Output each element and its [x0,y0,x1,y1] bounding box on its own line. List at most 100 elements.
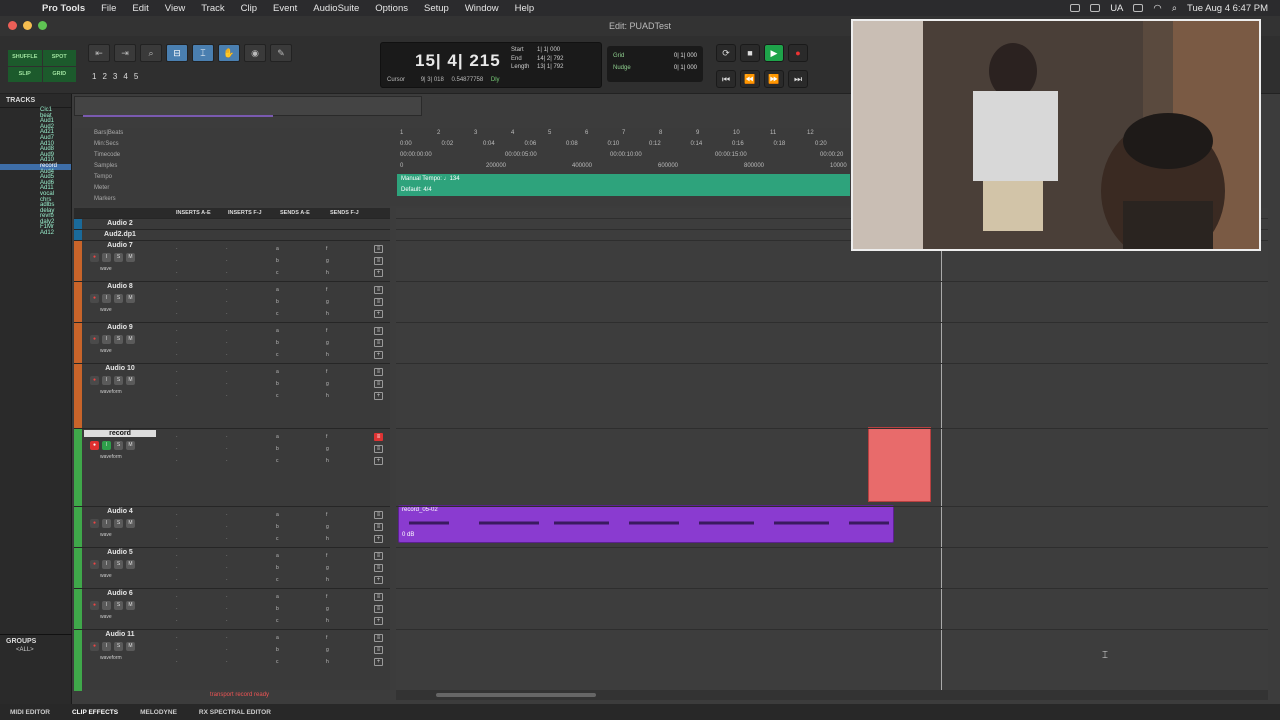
record-arm-button[interactable]: ● [90,642,99,651]
insert-slots-a-e[interactable]: · · · [176,632,178,668]
add-lane-icon[interactable]: + [374,535,383,543]
track-list-icon[interactable]: ≡ [374,646,383,654]
mute-button[interactable]: M [126,441,135,450]
grid-value[interactable]: 0| 1| 000 [674,50,697,62]
zoom-preset-3[interactable]: 3 [113,72,117,81]
tracklist-item[interactable]: Ad12 [0,230,71,237]
mute-button[interactable]: M [126,560,135,569]
track-header[interactable]: Audio 9 ● I S Mwave · · · · · · a b c f g h ≡ ≡ + [74,322,390,363]
start-value[interactable]: 1| 1| 000 [537,47,560,53]
track-menu-icon[interactable]: ≡ [374,634,383,642]
solo-button[interactable]: S [114,335,123,344]
track-view-selector[interactable]: wave [100,307,112,313]
ua-label[interactable]: UA [1110,3,1123,14]
solo-button[interactable]: S [114,642,123,651]
ruler-label[interactable]: Bars|Beats [74,128,396,139]
track-menu-icon[interactable]: ≡ [374,368,383,376]
col-inserts-a-e[interactable]: INSERTS A-E [176,210,211,216]
insert-slots-a-e[interactable]: · · · [176,243,178,279]
send-slots-f-j[interactable]: fgh [326,325,329,361]
add-lane-icon[interactable]: + [374,457,383,465]
record-arm-button[interactable]: ● [90,601,99,610]
track-header[interactable]: Audio 11 ● I S Mwaveform · · · · · · a b c f g h ≡ ≡ + [74,629,390,691]
zoom-in-icon[interactable]: ⇥ [114,44,136,62]
ruler-label[interactable]: Timecode [74,150,396,161]
send-slots-a-e[interactable]: abc [276,366,279,402]
go-to-end-icon[interactable]: ⏭ [788,70,808,88]
track-menu-icon[interactable]: ≡ [374,327,383,335]
mute-button[interactable]: M [126,519,135,528]
menu-file[interactable]: File [93,3,124,14]
solo-button[interactable]: S [114,519,123,528]
insert-slots-f-j[interactable]: · · · [226,632,228,668]
tracks-header[interactable]: TRACKS [0,94,71,108]
send-slots-a-e[interactable]: abc [276,632,279,668]
trim-tool-icon[interactable]: ⊟ [166,44,188,62]
track-list-icon[interactable]: ≡ [374,380,383,388]
mode-spot[interactable]: SPOT [42,50,76,66]
mute-button[interactable]: M [126,376,135,385]
track-header[interactable]: record ● I S Mwaveform · · · · · · a b c f g h ≡ ≡ + [74,428,390,506]
scrollbar-thumb[interactable] [436,693,596,697]
col-inserts-f-j[interactable]: INSERTS F-J [228,210,262,216]
track-lane[interactable] [396,322,1268,363]
menu-window[interactable]: Window [457,3,507,14]
main-counter-value[interactable]: 15| 4| 215 [415,51,501,71]
track-name[interactable]: Audio 8 [84,283,156,290]
groups-header[interactable]: GROUPS [6,638,66,645]
menu-help[interactable]: Help [507,3,543,14]
input-monitor-button[interactable]: I [102,376,111,385]
screen-record-icon[interactable] [1070,4,1081,12]
track-view-selector[interactable]: wave [100,614,112,620]
track-name[interactable]: Audio 4 [84,508,156,515]
grid-label[interactable]: Grid [613,53,624,59]
track-view-selector[interactable]: waveform [100,655,122,661]
record-arm-button[interactable]: ● [90,294,99,303]
menu-clip[interactable]: Clip [233,3,265,14]
tab-midi-editor[interactable]: MIDI EDITOR [10,709,50,716]
menu-app[interactable]: Pro Tools [34,3,93,14]
track-list-icon[interactable]: ≡ [374,445,383,453]
menu-audiosuite[interactable]: AudioSuite [305,3,367,14]
solo-button[interactable]: S [114,601,123,610]
send-slots-a-e[interactable]: abc [276,284,279,320]
track-list-icon[interactable]: ≡ [374,298,383,306]
insert-slots-a-e[interactable]: · · · [176,550,178,586]
record-arm-button[interactable]: ● [90,441,99,450]
send-slots-f-j[interactable]: fgh [326,591,329,627]
insert-slots-a-e[interactable]: · · · [176,591,178,627]
send-slots-a-e[interactable]: abc [276,431,279,467]
input-monitor-button[interactable]: I [102,601,111,610]
track-header[interactable]: Audio 6 ● I S Mwave · · · · · · a b c f g h ≡ ≡ + [74,588,390,629]
fast-forward-icon[interactable]: ⏩ [764,70,784,88]
add-lane-icon[interactable]: + [374,392,383,400]
universe-overview[interactable] [74,96,422,117]
menu-track[interactable]: Track [193,3,232,14]
zoom-preset-5[interactable]: 5 [134,72,138,81]
track-list-icon[interactable]: ≡ [374,564,383,572]
tab-melodyne[interactable]: MELODYNE [140,709,177,716]
track-list-icon[interactable]: ≡ [374,339,383,347]
send-slots-a-e[interactable]: abc [276,550,279,586]
input-monitor-button[interactable]: I [102,642,111,651]
insert-slots-f-j[interactable]: · · · [226,431,228,467]
tab-clip-effects[interactable]: CLIP EFFECTS [72,709,118,716]
mute-button[interactable]: M [126,294,135,303]
record-arm-button[interactable]: ● [90,519,99,528]
track-menu-icon[interactable]: ≡ [374,552,383,560]
send-slots-a-e[interactable]: abc [276,509,279,545]
insert-slots-f-j[interactable]: · · · [226,325,228,361]
solo-button[interactable]: S [114,560,123,569]
play-button[interactable]: ▶ [764,44,784,62]
track-name[interactable]: Audio 6 [84,590,156,597]
track-header[interactable]: Audio 8 ● I S Mwave · · · · · · a b c f g h ≡ ≡ + [74,281,390,322]
mode-shuffle[interactable]: SHUFFLE [8,50,42,66]
track-view-selector[interactable]: wave [100,348,112,354]
grabber-tool-icon[interactable]: ✋ [218,44,240,62]
track-lane[interactable] [396,506,1268,547]
insert-slots-a-e[interactable]: · · · [176,325,178,361]
send-slots-f-j[interactable]: fgh [326,509,329,545]
ruler-label[interactable]: Tempo [74,172,396,183]
col-sends-f-j[interactable]: SENDS F-J [330,210,359,216]
group-all[interactable]: <ALL> [6,645,66,655]
